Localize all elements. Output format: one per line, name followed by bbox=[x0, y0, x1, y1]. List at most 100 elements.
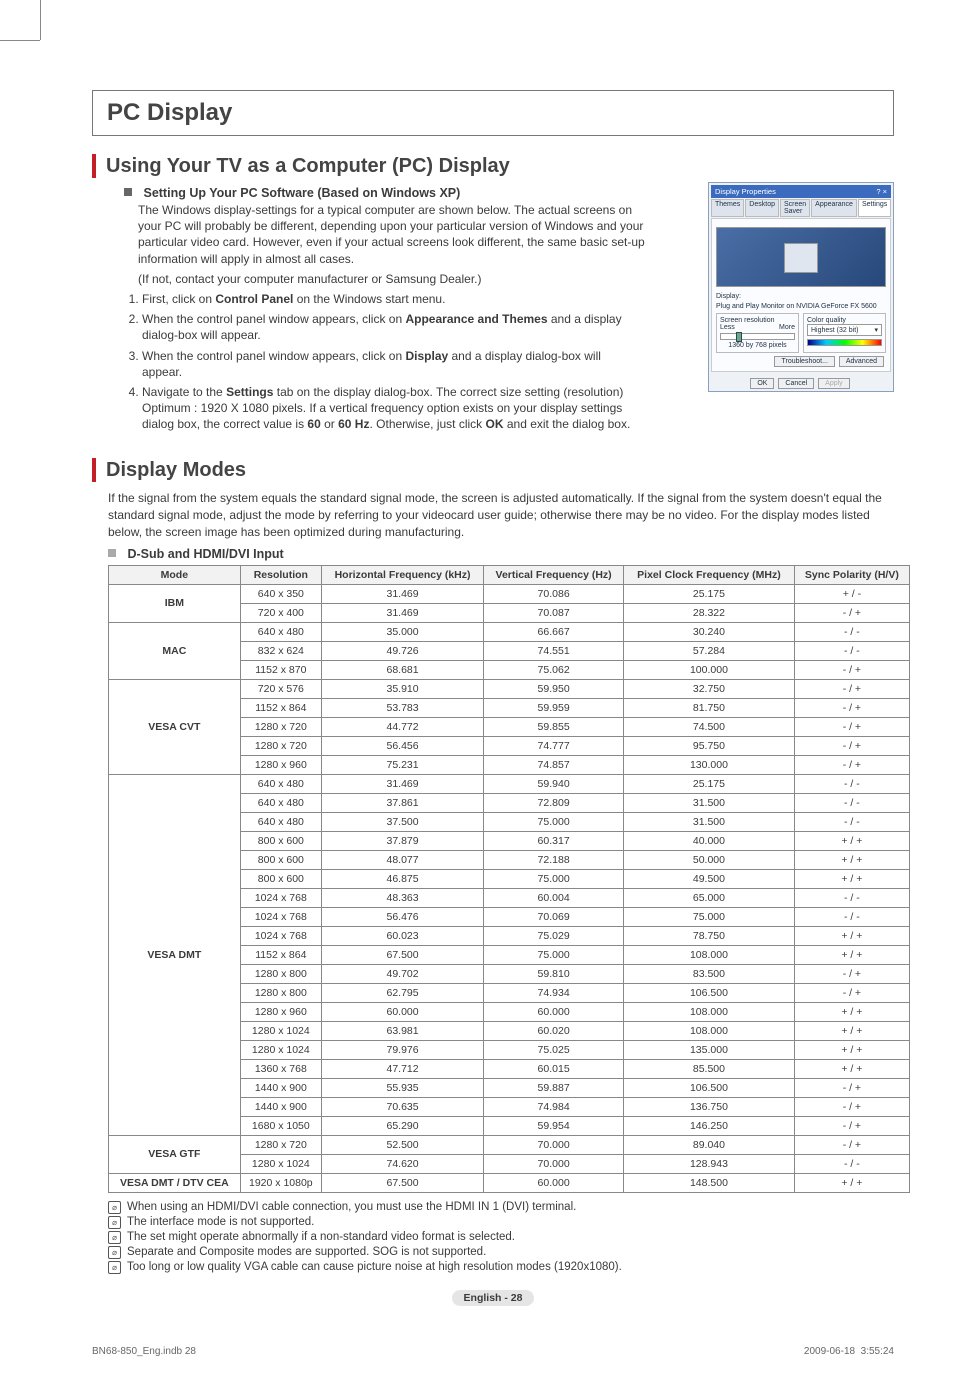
table-cell: - / - bbox=[794, 907, 909, 926]
table-cell: 67.500 bbox=[321, 945, 483, 964]
table-cell: 70.086 bbox=[484, 584, 624, 603]
table-cell: - / + bbox=[794, 1135, 909, 1154]
table-cell: 65.000 bbox=[624, 888, 795, 907]
table-cell: + / + bbox=[794, 1002, 909, 1021]
table-cell: 31.500 bbox=[624, 793, 795, 812]
table-cell: 52.500 bbox=[321, 1135, 483, 1154]
display-modes-table: ModeResolutionHorizontal Frequency (kHz)… bbox=[108, 565, 910, 1193]
table-row: VESA GTF1280 x 72052.50070.00089.040- / … bbox=[109, 1135, 910, 1154]
section2-subhead-text: D-Sub and HDMI/DVI Input bbox=[127, 547, 283, 561]
table-cell: 1280 x 960 bbox=[240, 1002, 321, 1021]
note-text: The set might operate abnormally if a no… bbox=[127, 1231, 515, 1243]
table-cell: + / + bbox=[794, 869, 909, 888]
table-cell: - / - bbox=[794, 812, 909, 831]
table-cell: 68.681 bbox=[321, 660, 483, 679]
table-cell: 1360 x 768 bbox=[240, 1059, 321, 1078]
note-row: ⌀Separate and Composite modes are suppor… bbox=[108, 1246, 894, 1259]
page-title-box: PC Display bbox=[92, 90, 894, 136]
table-cell: 75.025 bbox=[484, 1040, 624, 1059]
step-4: Navigate to the Settings tab on the disp… bbox=[142, 384, 642, 433]
table-cell: 720 x 576 bbox=[240, 679, 321, 698]
resolution-value: 1360 by 768 pixels bbox=[720, 342, 795, 349]
note-text: The interface mode is not supported. bbox=[127, 1216, 314, 1228]
screen-resolution-label: Screen resolution bbox=[720, 317, 795, 324]
table-cell: 130.000 bbox=[624, 755, 795, 774]
table-cell: 79.976 bbox=[321, 1040, 483, 1059]
dialog-tab-themes[interactable]: Themes bbox=[711, 199, 744, 217]
dialog-title-text: Display Properties bbox=[715, 187, 776, 196]
table-cell: 37.879 bbox=[321, 831, 483, 850]
table-cell: 50.000 bbox=[624, 850, 795, 869]
page-title: PC Display bbox=[107, 99, 879, 127]
table-cell: - / + bbox=[794, 660, 909, 679]
table-cell: 60.023 bbox=[321, 926, 483, 945]
cancel-button[interactable]: Cancel bbox=[778, 378, 814, 389]
table-cell: - / + bbox=[794, 1078, 909, 1097]
table-cell: 1440 x 900 bbox=[240, 1078, 321, 1097]
section2-intro: If the signal from the system equals the… bbox=[108, 490, 894, 540]
table-cell: 1280 x 720 bbox=[240, 717, 321, 736]
dialog-tab-screensaver[interactable]: Screen Saver bbox=[780, 199, 810, 217]
section1-head: Using Your TV as a Computer (PC) Display bbox=[92, 154, 894, 178]
ok-button[interactable]: OK bbox=[750, 378, 774, 389]
table-cell: 1024 x 768 bbox=[240, 907, 321, 926]
display-properties-dialog: Display Properties ? × Themes Desktop Sc… bbox=[708, 182, 894, 392]
dialog-display-label: Display: bbox=[716, 293, 886, 300]
note-text: When using an HDMI/DVI cable connection,… bbox=[127, 1201, 576, 1213]
table-cell: 60.004 bbox=[484, 888, 624, 907]
color-quality-dropdown[interactable]: Highest (32 bit) ▾ bbox=[807, 324, 882, 336]
resolution-slider[interactable] bbox=[720, 333, 795, 340]
table-cell: 800 x 600 bbox=[240, 831, 321, 850]
dialog-tab-desktop[interactable]: Desktop bbox=[745, 199, 779, 217]
table-cell: 74.620 bbox=[321, 1154, 483, 1173]
dialog-tab-appearance[interactable]: Appearance bbox=[811, 199, 857, 217]
table-cell: 59.940 bbox=[484, 774, 624, 793]
table-cell: 62.795 bbox=[321, 983, 483, 1002]
table-cell: 55.935 bbox=[321, 1078, 483, 1097]
table-cell: - / - bbox=[794, 774, 909, 793]
table-cell: 59.959 bbox=[484, 698, 624, 717]
table-cell: 70.635 bbox=[321, 1097, 483, 1116]
color-bar-icon bbox=[807, 339, 882, 346]
table-cell: 800 x 600 bbox=[240, 869, 321, 888]
table-cell: 75.000 bbox=[624, 907, 795, 926]
table-cell: + / + bbox=[794, 850, 909, 869]
table-cell: 70.087 bbox=[484, 603, 624, 622]
note-row: ⌀When using an HDMI/DVI cable connection… bbox=[108, 1201, 894, 1214]
dialog-tab-settings[interactable]: Settings bbox=[858, 199, 891, 217]
table-cell: 49.702 bbox=[321, 964, 483, 983]
table-cell: 75.231 bbox=[321, 755, 483, 774]
doc-ref: BN68-850_Eng.indb 28 bbox=[92, 1346, 196, 1357]
troubleshoot-button[interactable]: Troubleshoot... bbox=[774, 356, 834, 367]
advanced-button[interactable]: Advanced bbox=[839, 356, 884, 367]
table-cell: 1152 x 864 bbox=[240, 698, 321, 717]
table-cell: 56.456 bbox=[321, 736, 483, 755]
table-cell: 74.777 bbox=[484, 736, 624, 755]
apply-button[interactable]: Apply bbox=[818, 378, 850, 389]
table-cell: 108.000 bbox=[624, 1002, 795, 1021]
table-cell: 31.469 bbox=[321, 603, 483, 622]
table-cell: 1280 x 1024 bbox=[240, 1154, 321, 1173]
table-cell: - / + bbox=[794, 717, 909, 736]
section1-subhead-text: Setting Up Your PC Software (Based on Wi… bbox=[143, 186, 460, 200]
table-cell: 106.500 bbox=[624, 1078, 795, 1097]
table-cell: 106.500 bbox=[624, 983, 795, 1002]
table-cell: 72.809 bbox=[484, 793, 624, 812]
setup-steps: First, click on Control Panel on the Win… bbox=[122, 291, 642, 433]
table-cell: 74.500 bbox=[624, 717, 795, 736]
table-cell: 57.284 bbox=[624, 641, 795, 660]
table-cell: 49.726 bbox=[321, 641, 483, 660]
table-cell: 720 x 400 bbox=[240, 603, 321, 622]
table-cell: 70.000 bbox=[484, 1135, 624, 1154]
table-cell: - / + bbox=[794, 736, 909, 755]
table-cell: 48.363 bbox=[321, 888, 483, 907]
table-cell: 32.750 bbox=[624, 679, 795, 698]
color-quality-label: Color quality bbox=[807, 317, 882, 324]
table-cell: 800 x 600 bbox=[240, 850, 321, 869]
table-cell: 1440 x 900 bbox=[240, 1097, 321, 1116]
table-cell: 35.910 bbox=[321, 679, 483, 698]
table-cell: - / - bbox=[794, 793, 909, 812]
page-footer: English - 28 bbox=[92, 1288, 894, 1306]
table-cell: 53.783 bbox=[321, 698, 483, 717]
table-cell: - / + bbox=[794, 983, 909, 1002]
